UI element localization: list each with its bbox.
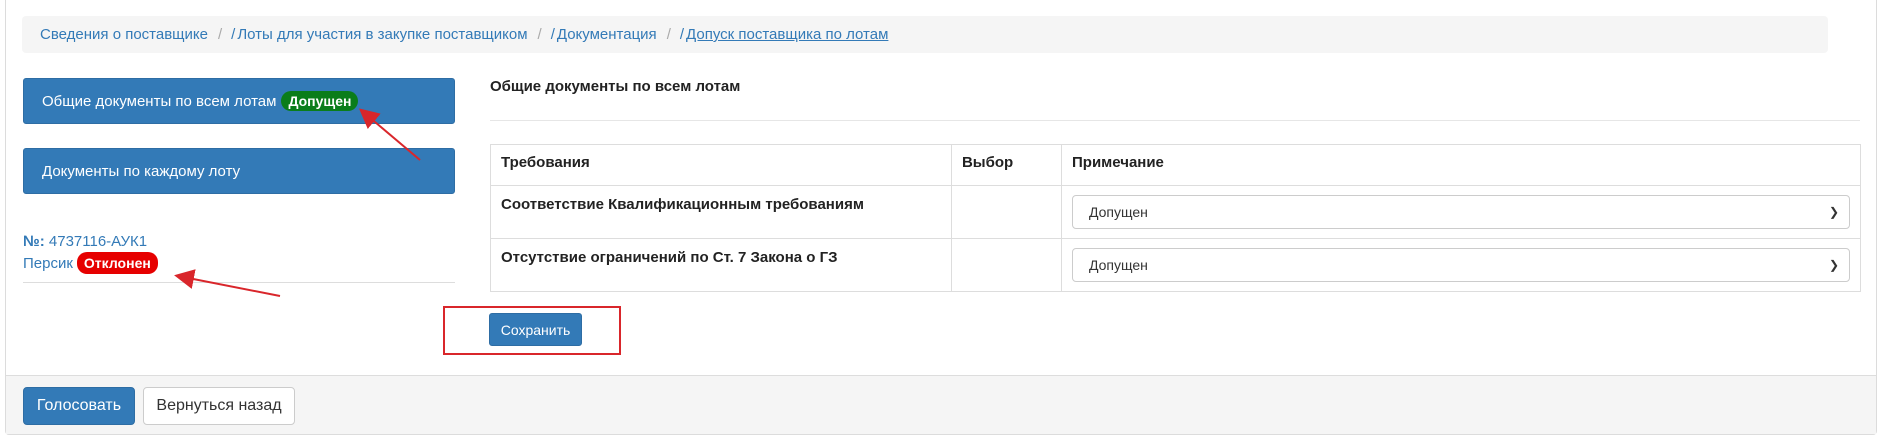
annotation-arrows bbox=[174, 108, 421, 297]
arrow-to-rejected-badge bbox=[174, 269, 281, 297]
arrow-to-approved-badge bbox=[358, 108, 421, 161]
